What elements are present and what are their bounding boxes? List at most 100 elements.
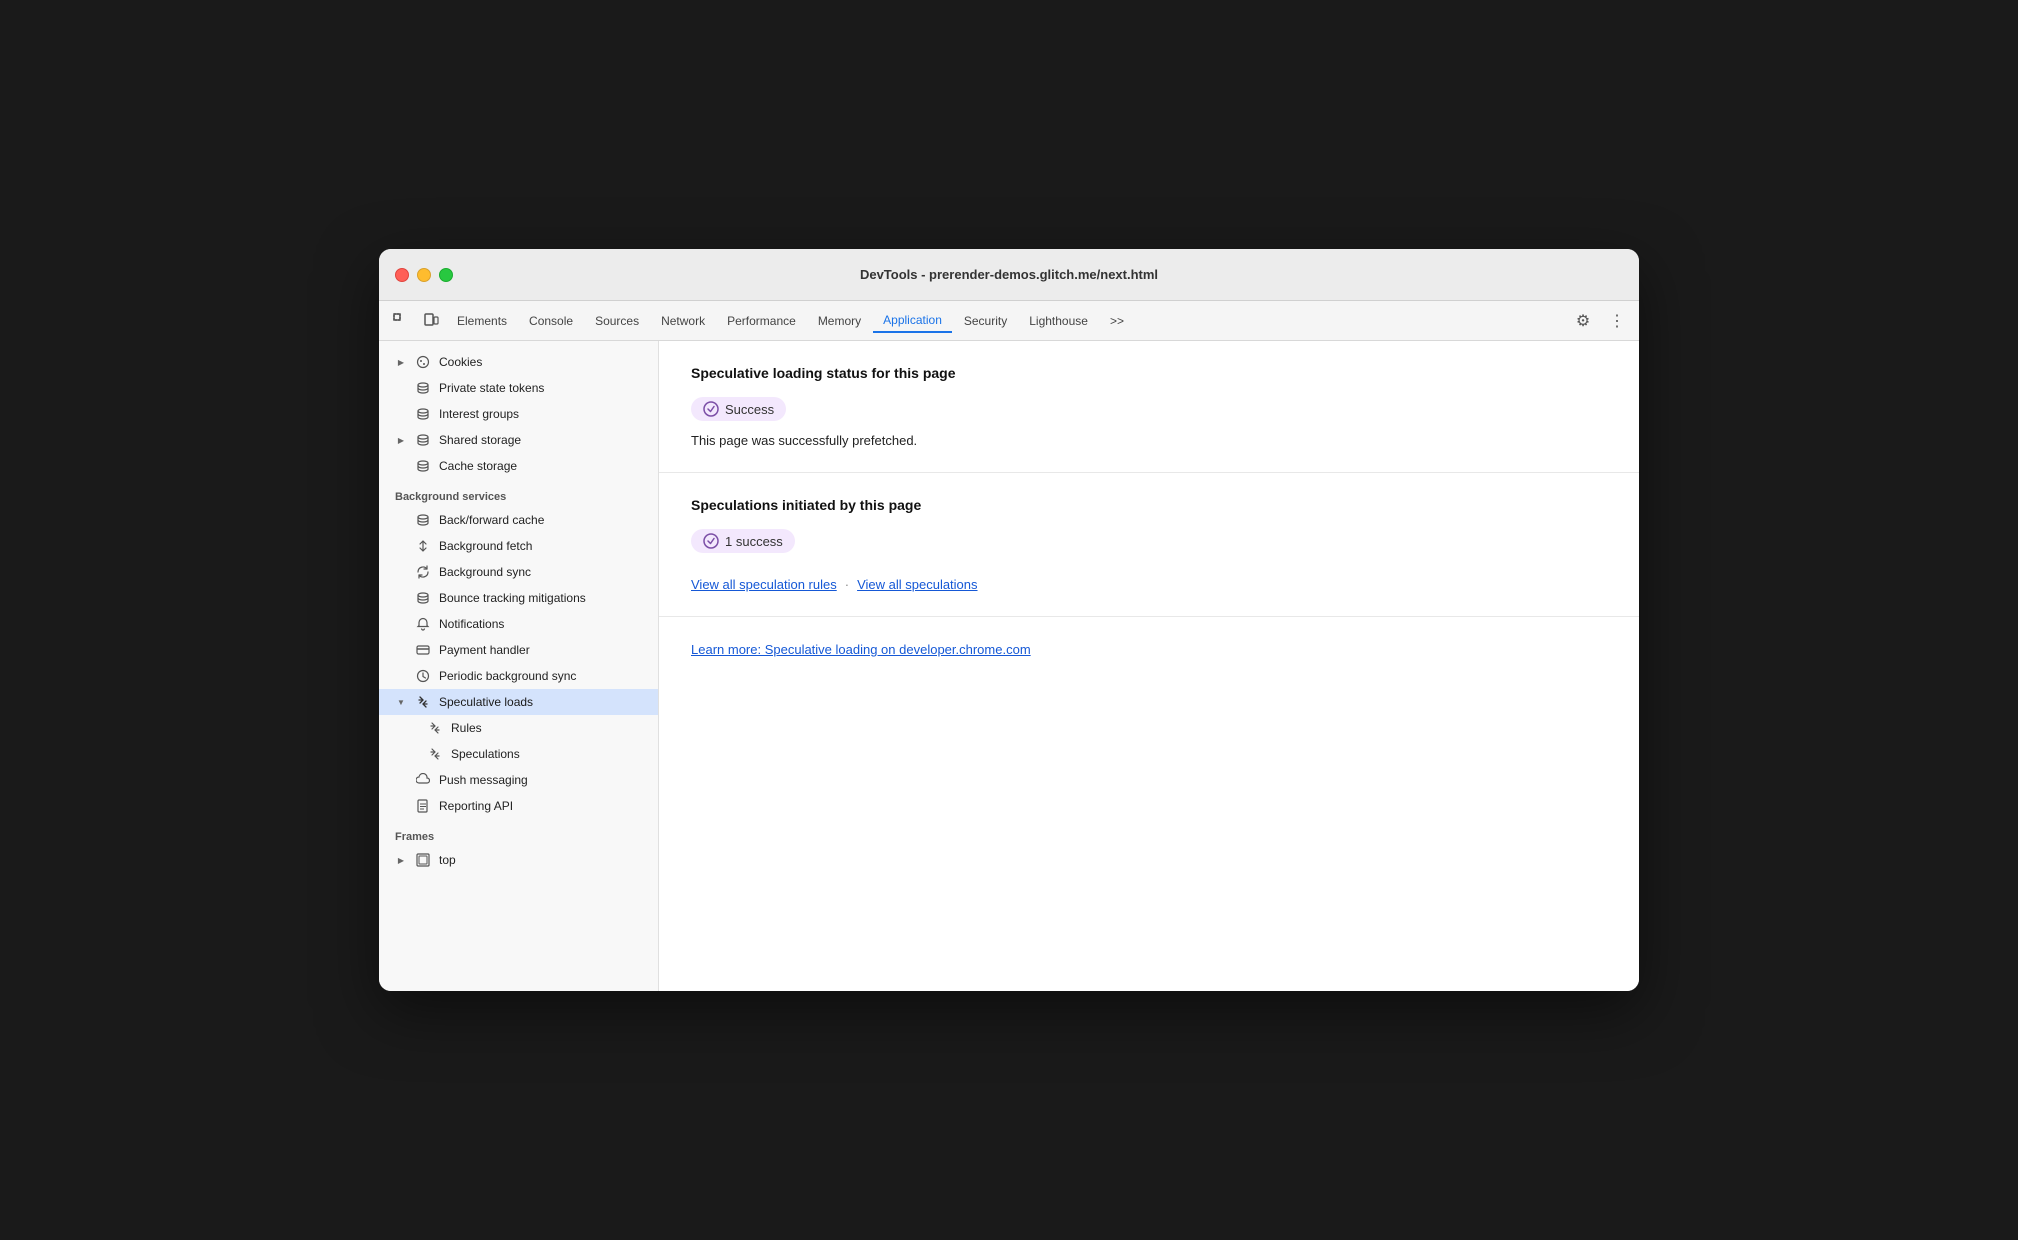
sidebar-label-interest-groups: Interest groups (439, 407, 519, 421)
sync-icon (415, 564, 431, 580)
success-badge-text: Success (725, 402, 774, 417)
frame-icon (415, 852, 431, 868)
db-icon-6 (415, 590, 431, 606)
sidebar-item-push-messaging[interactable]: Push messaging (379, 767, 658, 793)
loading-status-section: Speculative loading status for this page… (659, 341, 1639, 473)
db-icon-4 (415, 458, 431, 474)
sidebar-label-speculations-child: Speculations (451, 747, 520, 761)
title-bar: DevTools - prerender-demos.glitch.me/nex… (379, 249, 1639, 301)
sidebar-item-top-frame[interactable]: top (379, 847, 658, 873)
link-separator: · (845, 577, 849, 592)
db-icon-3 (415, 432, 431, 448)
sidebar-item-background-fetch[interactable]: Background fetch (379, 533, 658, 559)
device-icon[interactable] (417, 307, 445, 335)
transfer-icon-4 (427, 746, 443, 762)
frames-section-label: Frames (379, 819, 658, 847)
db-icon-1 (415, 380, 431, 396)
tab-performance[interactable]: Performance (717, 310, 806, 332)
sidebar-label-reporting-api: Reporting API (439, 799, 513, 813)
learn-more-link[interactable]: Learn more: Speculative loading on devel… (691, 642, 1031, 657)
transfer-icon-3 (427, 720, 443, 736)
sidebar-item-private-state-tokens[interactable]: Private state tokens (379, 375, 658, 401)
sidebar-item-cookies[interactable]: Cookies (379, 349, 658, 375)
transfer-icon-2 (415, 694, 431, 710)
expand-arrow-cookies (395, 356, 407, 368)
devtools-window: DevTools - prerender-demos.glitch.me/nex… (379, 249, 1639, 991)
sidebar-item-payment-handler[interactable]: Payment handler (379, 637, 658, 663)
sidebar-item-shared-storage[interactable]: Shared storage (379, 427, 658, 453)
view-all-speculation-rules-link[interactable]: View all speculation rules (691, 577, 837, 592)
speculations-badge-text: 1 success (725, 534, 783, 549)
sidebar-item-rules[interactable]: Rules (379, 715, 658, 741)
minimize-button[interactable] (417, 268, 431, 282)
sidebar-label-background-sync: Background sync (439, 565, 531, 579)
tab-sources[interactable]: Sources (585, 310, 649, 332)
tab-memory[interactable]: Memory (808, 310, 871, 332)
tab-application[interactable]: Application (873, 309, 952, 333)
close-button[interactable] (395, 268, 409, 282)
settings-icon[interactable]: ⚙ (1569, 307, 1597, 335)
sidebar-label-cookies: Cookies (439, 355, 482, 369)
success-badge: Success (691, 397, 786, 421)
tab-console[interactable]: Console (519, 310, 583, 332)
checkmark-icon-2 (703, 533, 719, 549)
content-area: Speculative loading status for this page… (659, 341, 1639, 991)
expand-arrow-shared-storage (395, 434, 407, 446)
sidebar-item-reporting-api[interactable]: Reporting API (379, 793, 658, 819)
view-all-speculations-link[interactable]: View all speculations (857, 577, 977, 592)
maximize-button[interactable] (439, 268, 453, 282)
sidebar-item-interest-groups[interactable]: Interest groups (379, 401, 658, 427)
card-icon (415, 642, 431, 658)
speculations-badge: 1 success (691, 529, 795, 553)
window-title: DevTools - prerender-demos.glitch.me/nex… (860, 267, 1158, 282)
tab-bar-right: ⚙ ⋮ (1569, 307, 1631, 335)
sidebar-item-bounce-tracking[interactable]: Bounce tracking mitigations (379, 585, 658, 611)
sidebar-label-notifications: Notifications (439, 617, 504, 631)
tab-more[interactable]: >> (1100, 310, 1134, 332)
sidebar-item-speculations[interactable]: Speculations (379, 741, 658, 767)
sidebar-item-speculative-loads[interactable]: Speculative loads (379, 689, 658, 715)
db-icon-5 (415, 512, 431, 528)
tab-bar: Elements Console Sources Network Perform… (379, 301, 1639, 341)
speculations-section: Speculations initiated by this page 1 su… (659, 473, 1639, 617)
sidebar-label-cache-storage: Cache storage (439, 459, 517, 473)
sidebar-label-push-messaging: Push messaging (439, 773, 528, 787)
expand-arrow-top (395, 854, 407, 866)
tab-network[interactable]: Network (651, 310, 715, 332)
tab-security[interactable]: Security (954, 310, 1017, 332)
traffic-lights (395, 268, 453, 282)
inspect-icon[interactable] (387, 307, 415, 335)
sidebar-item-periodic-background-sync[interactable]: Periodic background sync (379, 663, 658, 689)
sidebar-label-speculative-loads: Speculative loads (439, 695, 533, 709)
sidebar-label-bounce-tracking: Bounce tracking mitigations (439, 591, 586, 605)
sidebar-label-private-state-tokens: Private state tokens (439, 381, 544, 395)
checkmark-icon (703, 401, 719, 417)
tab-lighthouse[interactable]: Lighthouse (1019, 310, 1098, 332)
bell-icon (415, 616, 431, 632)
sidebar-label-periodic-background-sync: Periodic background sync (439, 669, 576, 683)
loading-status-description: This page was successfully prefetched. (691, 433, 1607, 448)
clock-icon (415, 668, 431, 684)
sidebar-label-top: top (439, 853, 456, 867)
sidebar-label-shared-storage: Shared storage (439, 433, 521, 447)
speculation-links: View all speculation rules · View all sp… (691, 577, 1607, 592)
sidebar-item-notifications[interactable]: Notifications (379, 611, 658, 637)
db-icon-2 (415, 406, 431, 422)
doc-icon (415, 798, 431, 814)
cookie-icon (415, 354, 431, 370)
sidebar-label-back-forward-cache: Back/forward cache (439, 513, 544, 527)
transfer-icon-1 (415, 538, 431, 554)
expand-arrow-speculative-loads (395, 696, 407, 708)
cloud-icon (415, 772, 431, 788)
sidebar-item-cache-storage[interactable]: Cache storage (379, 453, 658, 479)
background-services-label: Background services (379, 479, 658, 507)
main-layout: Cookies Private state tokens Interest gr… (379, 341, 1639, 991)
speculations-title: Speculations initiated by this page (691, 497, 1607, 513)
tab-elements[interactable]: Elements (447, 310, 517, 332)
learn-more-section: Learn more: Speculative loading on devel… (659, 617, 1639, 683)
sidebar-label-payment-handler: Payment handler (439, 643, 530, 657)
sidebar-label-rules: Rules (451, 721, 482, 735)
sidebar-item-back-forward-cache[interactable]: Back/forward cache (379, 507, 658, 533)
menu-icon[interactable]: ⋮ (1603, 307, 1631, 335)
sidebar-item-background-sync[interactable]: Background sync (379, 559, 658, 585)
